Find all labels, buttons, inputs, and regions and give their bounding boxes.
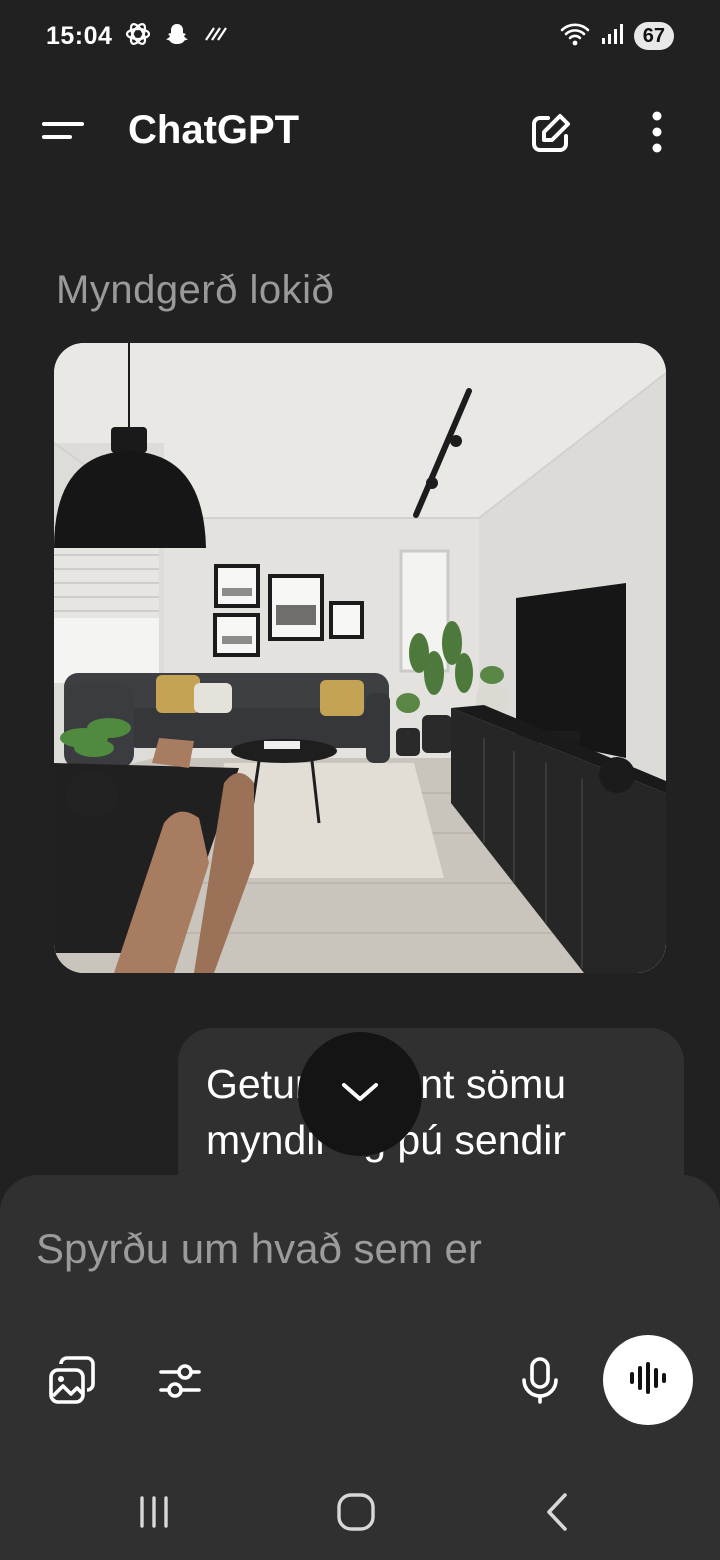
generated-image[interactable]: [54, 343, 666, 973]
openai-icon: [124, 20, 152, 53]
chevron-down-icon: [338, 1077, 382, 1112]
scroll-down-button[interactable]: [298, 1032, 422, 1156]
status-right: 67: [560, 21, 674, 52]
user-message-bubble: Getur þú sent sömu myndir og þú sendir: [178, 1028, 684, 1198]
status-left: 15:04: [46, 20, 228, 53]
tools-icon[interactable]: [150, 1351, 210, 1411]
image-icon[interactable]: [42, 1351, 102, 1411]
signal-icon: [600, 22, 624, 51]
status-bar: 15:04 67: [0, 0, 720, 72]
battery-indicator: 67: [633, 22, 674, 50]
prompt-input[interactable]: [36, 1219, 656, 1279]
back-icon[interactable]: [528, 1482, 588, 1542]
app-title: ChatGPT: [128, 108, 300, 152]
voice-mode-icon: [626, 1360, 670, 1401]
data-sync-icon: [202, 24, 228, 49]
menu-icon[interactable]: [40, 118, 86, 152]
more-vertical-icon[interactable]: [640, 110, 674, 158]
microphone-icon[interactable]: [510, 1351, 570, 1411]
recents-icon[interactable]: [124, 1482, 184, 1542]
image-generation-status: Myndgerð lokið: [56, 268, 335, 312]
app-header: ChatGPT: [0, 90, 720, 178]
home-icon[interactable]: [326, 1482, 386, 1542]
new-chat-icon[interactable]: [526, 110, 574, 158]
voice-mode-button[interactable]: [603, 1335, 693, 1425]
snapchat-icon: [164, 21, 190, 52]
wifi-icon: [560, 21, 590, 52]
composer: [0, 1175, 720, 1560]
living-room-image-graphic: [54, 343, 666, 973]
system-navigation-bar: [0, 1470, 720, 1560]
status-time: 15:04: [46, 21, 113, 50]
